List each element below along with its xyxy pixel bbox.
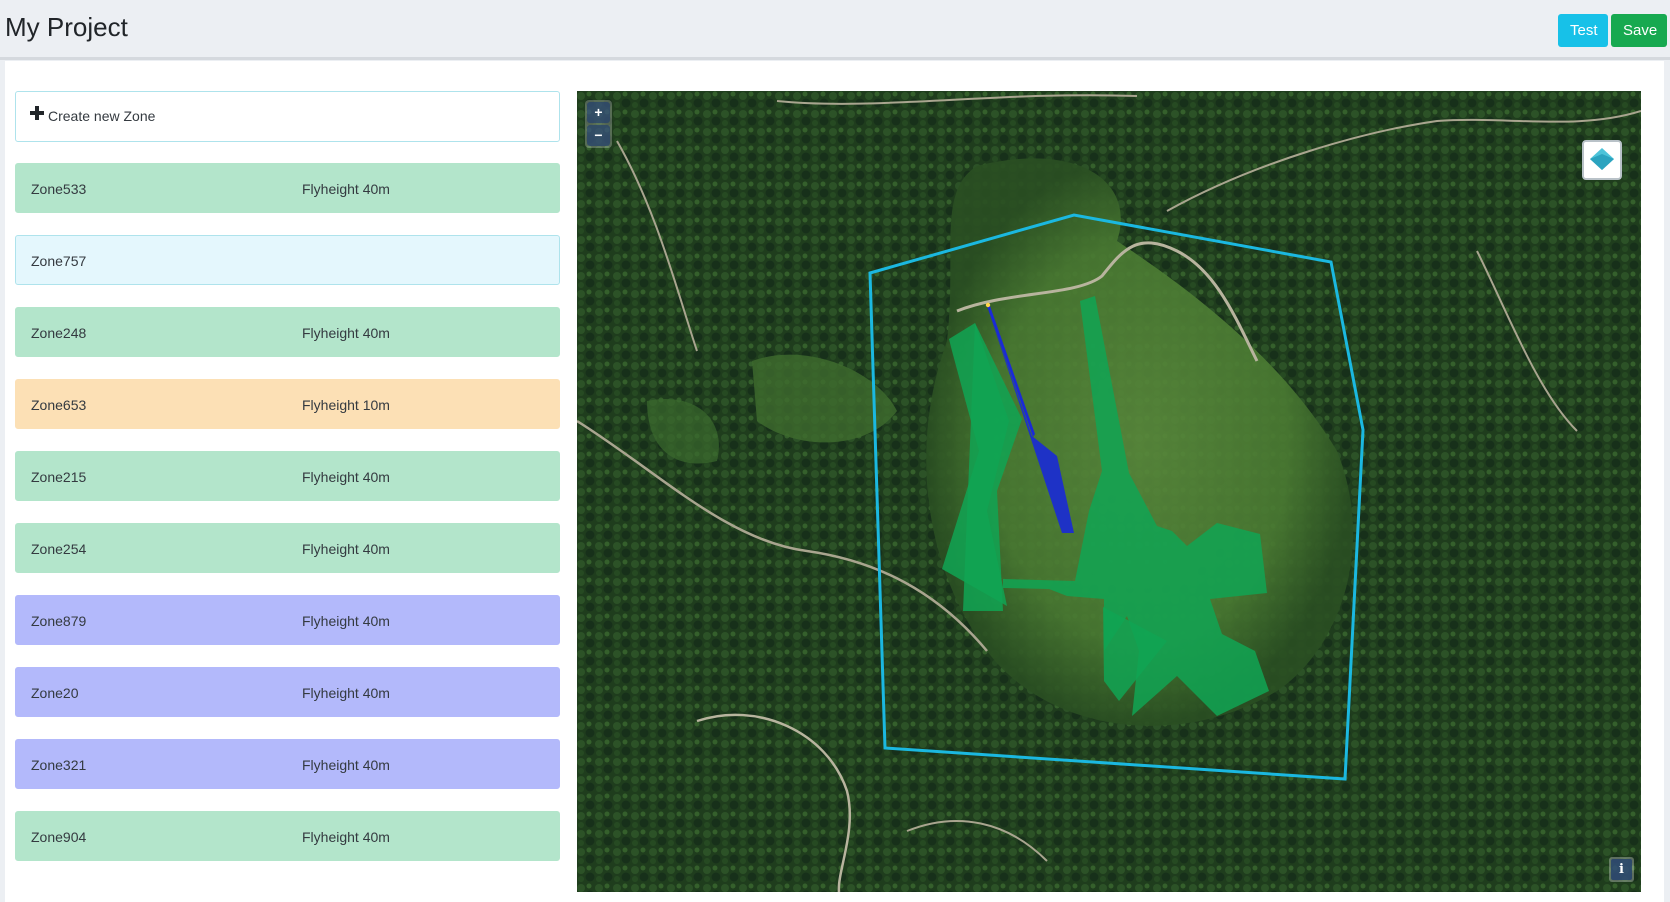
zone-flyheight: Flyheight 40m xyxy=(302,469,390,485)
zone-item[interactable]: Zone757 xyxy=(15,235,560,285)
path-marker xyxy=(985,302,991,308)
zone-name: Zone757 xyxy=(31,253,87,269)
info-button[interactable]: i xyxy=(1611,859,1632,880)
zone-flyheight: Flyheight 40m xyxy=(302,325,390,341)
create-zone-button[interactable]: Create new Zone xyxy=(15,91,560,142)
zone-name: Zone321 xyxy=(31,757,87,773)
zone-name: Zone879 xyxy=(31,613,87,629)
zone-item[interactable]: Zone533 Flyheight 40m xyxy=(15,163,560,213)
zone-name: Zone248 xyxy=(31,325,87,341)
save-button[interactable]: Save xyxy=(1611,14,1667,47)
create-zone-label: Create new Zone xyxy=(48,108,156,124)
main-card: Create new Zone Zone533 Flyheight 40m Zo… xyxy=(5,61,1664,902)
zone-flyheight: Flyheight 40m xyxy=(302,613,390,629)
layers-icon xyxy=(1590,148,1614,170)
zone-item[interactable]: Zone215 Flyheight 40m xyxy=(15,451,560,501)
zone-item[interactable]: Zone248 Flyheight 40m xyxy=(15,307,560,357)
map-view[interactable]: + − i xyxy=(577,91,1641,892)
zone-item[interactable]: Zone254 Flyheight 40m xyxy=(15,523,560,573)
zone-flyheight: Flyheight 10m xyxy=(302,397,390,413)
zone-item[interactable]: Zone904 Flyheight 40m xyxy=(15,811,560,861)
top-bar: My Project Test Save xyxy=(0,0,1670,60)
zone-name: Zone533 xyxy=(31,181,87,197)
satellite-map xyxy=(577,91,1641,892)
zoom-in-button[interactable]: + xyxy=(587,102,610,123)
zone-flyheight: Flyheight 40m xyxy=(302,541,390,557)
zone-flyheight: Flyheight 40m xyxy=(302,829,390,845)
zoom-out-button[interactable]: − xyxy=(587,125,610,146)
zoom-control: + − xyxy=(585,100,612,148)
zone-name: Zone254 xyxy=(31,541,87,557)
zone-name: Zone20 xyxy=(31,685,79,701)
plus-icon xyxy=(30,106,44,120)
zone-item[interactable]: Zone879 Flyheight 40m xyxy=(15,595,560,645)
layer-switcher-button[interactable] xyxy=(1582,140,1622,180)
zone-name: Zone215 xyxy=(31,469,87,485)
zone-item[interactable]: Zone653 Flyheight 10m xyxy=(15,379,560,429)
zone-name: Zone653 xyxy=(31,397,87,413)
zone-name: Zone904 xyxy=(31,829,87,845)
info-button-wrapper: i xyxy=(1609,857,1634,882)
zone-flyheight: Flyheight 40m xyxy=(302,685,390,701)
zone-flyheight: Flyheight 40m xyxy=(302,757,390,773)
zone-flyheight: Flyheight 40m xyxy=(302,181,390,197)
test-button[interactable]: Test xyxy=(1558,14,1608,47)
divider xyxy=(0,57,1670,60)
page-title: My Project xyxy=(5,12,128,42)
zone-item[interactable]: Zone20 Flyheight 40m xyxy=(15,667,560,717)
zone-item[interactable]: Zone321 Flyheight 40m xyxy=(15,739,560,789)
